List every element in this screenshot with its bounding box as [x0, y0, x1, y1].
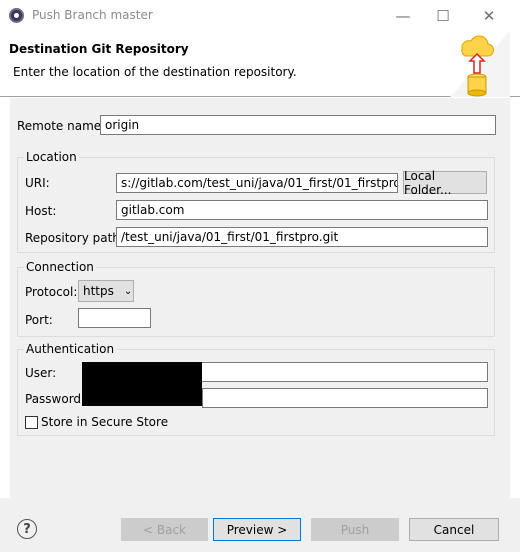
repository-path-input[interactable]: /test_uni/java/01_first/01_firstpro.git [116, 227, 488, 247]
uri-label: URI: [25, 176, 50, 190]
password-label: Password: [25, 392, 86, 406]
wizard-header: Destination Git Repository Enter the loc… [0, 31, 520, 97]
page-description: Enter the location of the destination re… [13, 65, 297, 79]
port-input[interactable] [78, 308, 151, 328]
page-title: Destination Git Repository [9, 42, 189, 56]
protocol-select[interactable]: https ⌄ [78, 280, 134, 302]
window-title: Push Branch master [32, 8, 153, 22]
close-button[interactable]: ✕ [466, 0, 512, 31]
password-input[interactable] [202, 388, 488, 408]
chevron-down-icon: ⌄ [123, 285, 133, 297]
protocol-label: Protocol: [25, 285, 78, 299]
store-secure-label: Store in Secure Store [41, 415, 169, 429]
user-label: User: [25, 366, 57, 380]
preview-button[interactable]: Preview > [213, 518, 301, 541]
host-input[interactable]: gitlab.com [116, 200, 488, 220]
connection-group-title: Connection [24, 260, 96, 274]
help-icon[interactable]: ? [17, 519, 37, 539]
redaction-block [82, 362, 202, 406]
protocol-selected-value: https [83, 284, 114, 298]
eclipse-app-icon [9, 8, 24, 23]
remote-name-label: Remote name: [17, 119, 106, 133]
title-bar: Push Branch master — ☐ ✕ [0, 0, 520, 31]
port-label: Port: [25, 313, 53, 327]
remote-name-input[interactable]: origin [100, 115, 496, 135]
uri-input[interactable]: s://gitlab.com/test_uni/java/01_first/01… [116, 173, 398, 193]
push-to-cloud-icon [450, 31, 510, 97]
repository-path-label: Repository path: [25, 231, 124, 245]
maximize-button[interactable]: ☐ [420, 0, 466, 31]
back-button[interactable]: < Back [121, 518, 208, 541]
local-folder-button[interactable]: Local Folder... [403, 169, 487, 197]
push-button[interactable]: Push [311, 518, 399, 541]
cancel-button[interactable]: Cancel [409, 518, 499, 541]
location-group-title: Location [24, 150, 79, 164]
store-secure-checkbox[interactable] [25, 416, 38, 429]
authentication-group-title: Authentication [24, 342, 117, 356]
button-bar: ? < Back Preview > Push Cancel [0, 498, 520, 552]
host-label: Host: [25, 204, 57, 218]
